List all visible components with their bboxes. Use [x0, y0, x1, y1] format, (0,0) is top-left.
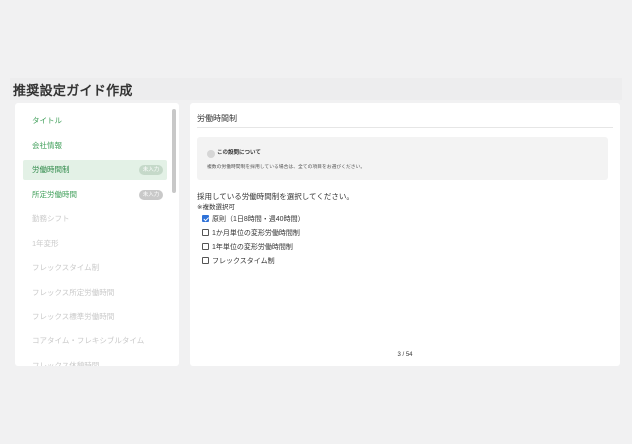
info-icon	[207, 150, 215, 158]
section-title: 労働時間制	[197, 114, 237, 123]
sidebar-item-label: 所定労働時間	[32, 190, 77, 199]
info-title: この設問について	[217, 150, 261, 156]
sidebar-item-label: 労働時間制	[32, 165, 70, 174]
option-label: 1か月単位の変形労働時間制	[212, 230, 300, 237]
page-header: 推奨設定ガイド作成	[10, 78, 622, 100]
page-counter: 3 / 54	[397, 352, 413, 358]
sidebar-scrollbar[interactable]	[172, 109, 176, 193]
sidebar-item-label: 会社情報	[32, 141, 62, 150]
sidebar-item-label: フレックス標準労働時間	[32, 312, 115, 321]
multi-select-note: ※複数選択可	[197, 204, 235, 211]
checkbox-checked[interactable]	[202, 215, 209, 222]
sidebar-item-label: フレックスタイム制	[32, 263, 100, 272]
option-label: 1年単位の変形労働時間制	[212, 244, 293, 251]
sidebar-item-label: 1年変形	[32, 239, 59, 248]
sidebar-item-core-flexible-time[interactable]: コアタイム・フレキシブルタイム	[23, 331, 167, 351]
sidebar-item-flextime[interactable]: フレックスタイム制	[23, 258, 167, 278]
checkbox[interactable]	[202, 243, 209, 250]
sidebar-item-label: 勤務シフト	[32, 214, 70, 223]
page-title: 推奨設定ガイド作成	[13, 83, 133, 98]
sidebar-item-label: コアタイム・フレキシブルタイム	[32, 336, 145, 345]
checkbox[interactable]	[202, 229, 209, 236]
main-panel: 労働時間制 この設問について 複数の労働時間制を採用している場合は、全ての項目を…	[190, 103, 620, 366]
sidebar-item-label: フレックス休憩時間	[32, 361, 100, 366]
sidebar-item-one-year-variable[interactable]: 1年変形	[23, 234, 167, 254]
sidebar-item-flex-break-time[interactable]: フレックス休憩時間	[23, 356, 167, 366]
question-info-box: この設問について 複数の労働時間制を採用している場合は、全ての項目をお選びくださ…	[197, 137, 608, 180]
sidebar-item-flex-standard-hours[interactable]: フレックス標準労働時間	[23, 307, 167, 327]
checkbox[interactable]	[202, 257, 209, 264]
step-sidebar: タイトル 会社情報 労働時間制 未入力 所定労働時間 未入力 勤務シフト 1年変…	[15, 103, 179, 366]
info-text: 複数の労働時間制を採用している場合は、全ての項目をお選びください。	[207, 165, 366, 170]
sidebar-item-company-info[interactable]: 会社情報	[23, 136, 167, 156]
sidebar-item-prescribed-hours[interactable]: 所定労働時間 未入力	[23, 185, 167, 205]
sidebar-item-label: タイトル	[32, 116, 62, 125]
sidebar-item-label: フレックス所定労働時間	[32, 288, 115, 297]
divider	[197, 127, 613, 128]
top-blank-area	[0, 0, 632, 78]
sidebar-item-title[interactable]: タイトル	[23, 111, 167, 131]
option-label: 原則（1日8時間・週40時間）	[212, 216, 305, 223]
status-badge: 未入力	[139, 165, 163, 175]
option-label: フレックスタイム制	[212, 258, 275, 265]
sidebar-item-work-shift[interactable]: 勤務シフト	[23, 209, 167, 229]
status-badge: 未入力	[139, 190, 163, 200]
sidebar-item-flex-prescribed-hours[interactable]: フレックス所定労働時間	[23, 283, 167, 303]
sidebar-item-working-hours-system[interactable]: 労働時間制 未入力	[23, 160, 167, 180]
